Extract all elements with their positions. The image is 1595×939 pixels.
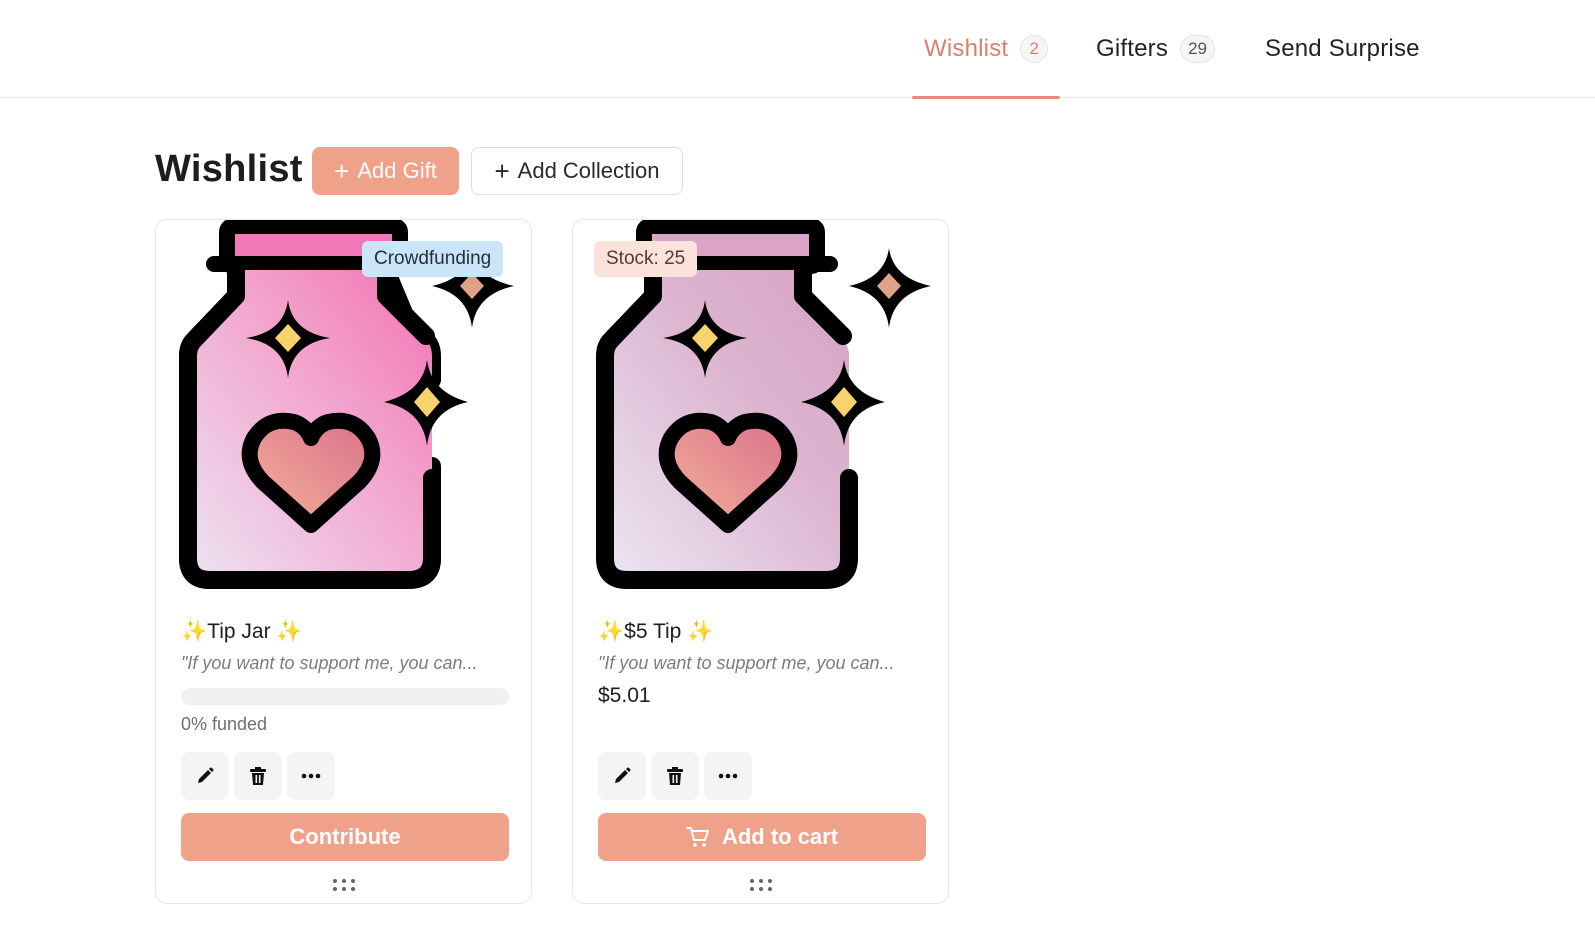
tip-jar-icon (179, 218, 514, 589)
tab-wishlist[interactable]: Wishlist 2 (912, 0, 1061, 99)
more-horizontal-icon (301, 773, 321, 779)
gift-description: "If you want to support me, you can... (181, 653, 478, 673)
tab-wishlist-label: Wishlist (924, 35, 1009, 62)
tip-jar-icon (596, 218, 931, 589)
tab-send-surprise-label: Send Surprise (1265, 35, 1420, 62)
trash-icon (250, 767, 266, 785)
stock-badge: Stock: 25 (594, 241, 698, 277)
add-collection-button[interactable]: + Add Collection (471, 147, 683, 195)
tab-gifters-label: Gifters (1096, 35, 1169, 62)
gift-card[interactable]: Stock: 25 ✨$5 Tip ✨ "If you want to supp… (572, 218, 949, 904)
cart-icon (685, 827, 709, 847)
edit-button[interactable] (598, 752, 646, 800)
contribute-button[interactable]: Contribute (181, 813, 509, 861)
gift-title-text: Tip Jar (207, 620, 271, 643)
tab-send-surprise[interactable]: Send Surprise (1265, 0, 1420, 98)
add-collection-label: Add Collection (517, 158, 660, 183)
add-gift-button[interactable]: + Add Gift (312, 147, 459, 195)
pencil-icon (198, 767, 214, 783)
trash-icon (667, 767, 683, 785)
pencil-icon (615, 767, 631, 783)
tip-jar-image (170, 218, 525, 600)
sparkles-icon: ✨ (598, 620, 625, 643)
sparkles-icon: ✨ (270, 620, 303, 643)
funded-label: 0% funded (181, 714, 268, 734)
gift-title: ✨Tip Jar ✨ (181, 620, 303, 644)
plus-icon: + (494, 156, 510, 186)
gift-title: ✨$5 Tip ✨ (598, 620, 713, 644)
delete-button[interactable] (234, 752, 282, 800)
tab-wishlist-count: 2 (1020, 35, 1049, 63)
add-to-cart-label: Add to cart (721, 824, 839, 849)
gift-price: $5.01 (598, 684, 651, 707)
plus-icon: + (334, 156, 350, 186)
more-horizontal-icon (718, 773, 738, 779)
active-tab-indicator (912, 96, 1061, 99)
tip-jar-image (587, 218, 942, 600)
add-to-cart-button[interactable]: Add to cart (598, 813, 926, 861)
funding-progress-bar (181, 688, 509, 705)
drag-handle-icon[interactable] (326, 876, 362, 894)
tab-gifters-count: 29 (1180, 35, 1215, 63)
page-title: Wishlist (155, 148, 303, 190)
sparkles-icon: ✨ (681, 620, 714, 643)
more-options-button[interactable] (704, 752, 752, 800)
edit-button[interactable] (181, 752, 229, 800)
tab-gifters[interactable]: Gifters 29 (1096, 0, 1215, 98)
drag-handle-icon[interactable] (743, 876, 779, 894)
top-nav: Wishlist 2 Gifters 29 Send Surprise (0, 0, 1595, 99)
crowdfunding-badge: Crowdfunding (362, 241, 504, 277)
delete-button[interactable] (651, 752, 699, 800)
gift-title-text: $5 Tip (624, 620, 682, 643)
gift-card[interactable]: Crowdfunding ✨Tip Jar ✨ "If you want to … (155, 218, 532, 904)
sparkles-icon: ✨ (181, 620, 208, 643)
gift-description: "If you want to support me, you can... (598, 653, 895, 673)
more-options-button[interactable] (287, 752, 335, 800)
add-gift-label: Add Gift (357, 158, 437, 183)
